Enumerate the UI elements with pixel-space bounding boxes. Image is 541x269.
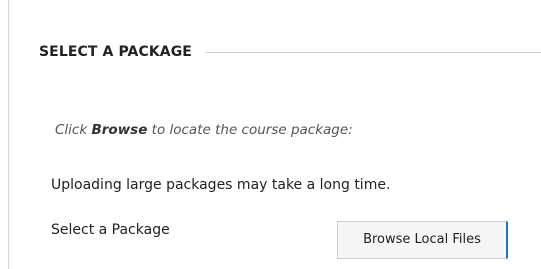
select-package-panel: SELECT A PACKAGE Click Browse to locate … <box>0 0 541 269</box>
browse-local-files-button[interactable]: Browse Local Files <box>337 221 508 259</box>
instructions-prefix: Click <box>55 122 92 138</box>
section-header: SELECT A PACKAGE <box>39 41 541 63</box>
instructions-emphasis: Browse <box>91 122 148 138</box>
instructions-suffix: to locate the course package: <box>147 122 353 138</box>
package-field-label: Select a Package <box>51 222 170 238</box>
upload-notice: Uploading large packages may take a long… <box>51 177 391 193</box>
section-title: SELECT A PACKAGE <box>39 44 192 60</box>
section-divider <box>205 51 541 53</box>
panel-left-border <box>8 0 9 269</box>
browse-instructions: Click Browse to locate the course packag… <box>55 122 353 138</box>
